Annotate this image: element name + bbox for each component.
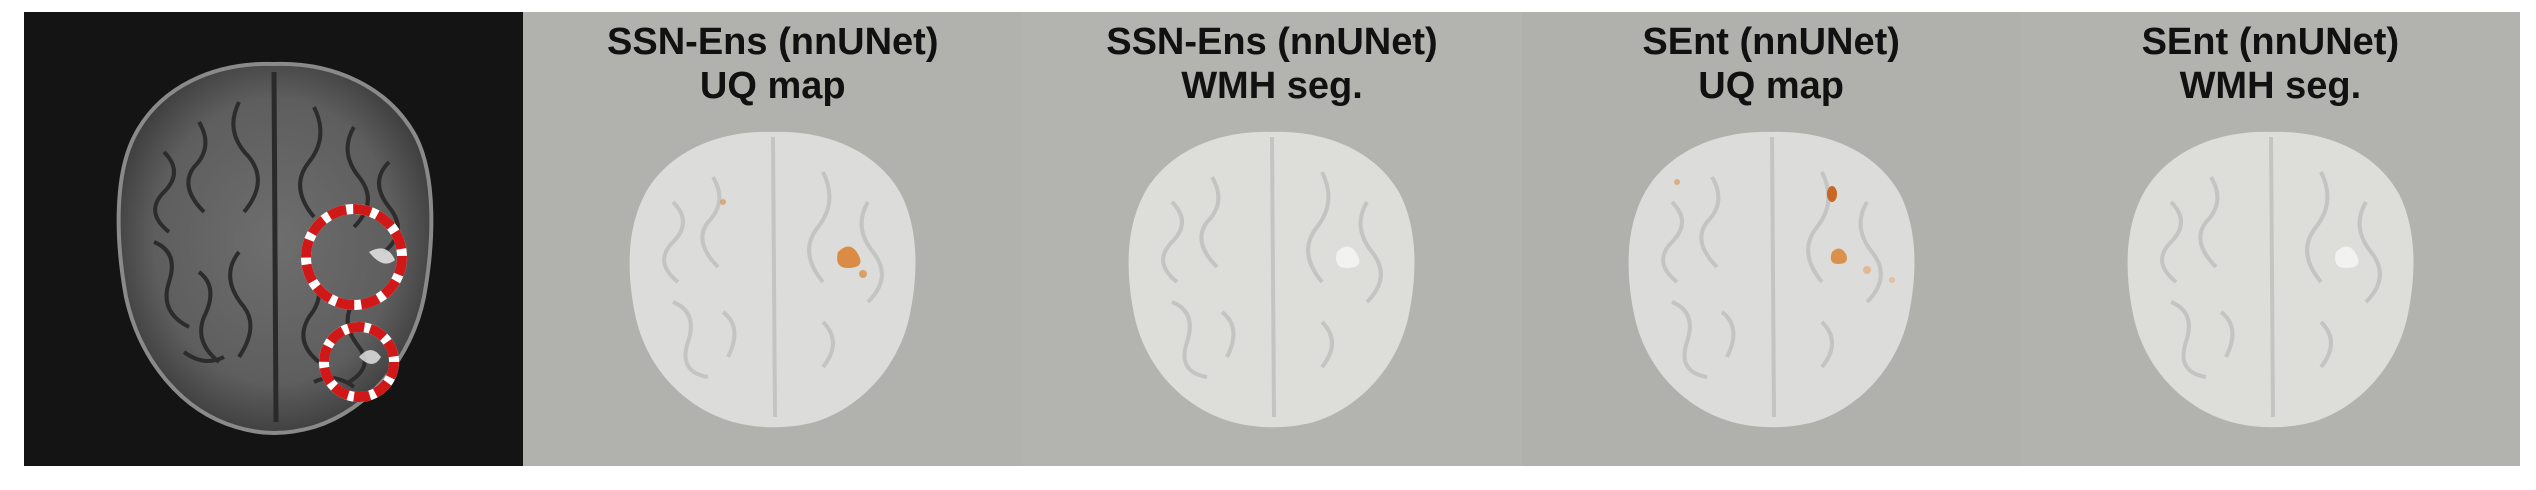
uncertainty-blob-small	[1862, 266, 1871, 274]
title-line-2: WMH seg.	[2179, 65, 2362, 107]
title-line-2: WMH seg.	[1181, 65, 1363, 107]
uncertainty-dot	[720, 199, 727, 205]
uncertainty-blob-upper	[1826, 186, 1837, 202]
title-line-1: SEnt (nnUNet)	[2141, 21, 2400, 63]
panel-title: SEnt (nnUNet) WMH seg.	[2021, 20, 2520, 108]
panel-sent-seg: SEnt (nnUNet) WMH seg.	[2020, 12, 2520, 466]
flair-brain-image	[116, 61, 434, 435]
title-line-2: UQ map	[1698, 65, 1844, 107]
figure-strip: SSN-Ens (nnUNet) UQ map SSN-Ens (nnUNet)	[24, 12, 2520, 466]
panel-flair-input	[24, 12, 524, 466]
panel-title: SSN-Ens (nnUNet) UQ map	[523, 20, 1022, 108]
title-line-1: SSN-Ens (nnUNet)	[607, 21, 939, 63]
title-line-1: SSN-Ens (nnUNet)	[1106, 21, 1438, 63]
panel-title: SSN-Ens (nnUNet) WMH seg.	[1022, 20, 1521, 108]
panel-title: SEnt (nnUNet) UQ map	[1522, 20, 2021, 108]
title-line-2: UQ map	[699, 65, 846, 107]
panel-ssn-ens-uq: SSN-Ens (nnUNet) UQ map	[523, 12, 1023, 466]
panel-sent-uq: SEnt (nnUNet) UQ map	[1521, 12, 2021, 466]
uncertainty-dot-left	[1673, 179, 1680, 185]
title-line-1: SEnt (nnUNet)	[1642, 21, 1900, 63]
uncertainty-dot-right	[1888, 277, 1895, 283]
panel-ssn-ens-seg: SSN-Ens (nnUNet) WMH seg.	[1022, 12, 1522, 466]
uncertainty-blob-small	[859, 270, 868, 278]
